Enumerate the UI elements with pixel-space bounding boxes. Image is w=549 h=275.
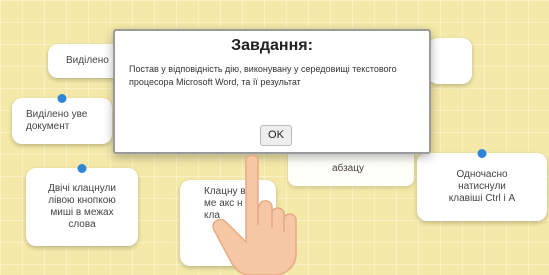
card-label: Двічі клацнули лівою кнопкою миші в межа… (48, 183, 116, 230)
card-label: Виділено (66, 55, 109, 66)
card-label: Виділено уве документ (26, 109, 88, 132)
card-label: Одночасно натиснули клавіші Ctrl і A (448, 169, 516, 204)
card-left-upper[interactable]: Виділено уве документ (12, 94, 112, 144)
pin-icon (57, 94, 67, 103)
dialog-title: Завдання: (231, 37, 313, 54)
card-left-lower[interactable]: Двічі клацнули лівою кнопкою миші в межа… (26, 164, 138, 246)
task-dialog: Завдання: Постав у відповідність дію, ви… (113, 29, 431, 154)
card-right[interactable]: Одночасно натиснули клавіші Ctrl і A (417, 149, 547, 221)
pointing-hand-icon (212, 154, 297, 275)
card-label: абзацу (332, 163, 364, 174)
card-top-right[interactable] (428, 38, 472, 84)
ok-button[interactable]: OK (260, 125, 292, 146)
pin-icon (77, 164, 87, 173)
dialog-text: Постав у відповідність дію, виконувану у… (129, 64, 397, 87)
pin-icon (477, 149, 487, 158)
